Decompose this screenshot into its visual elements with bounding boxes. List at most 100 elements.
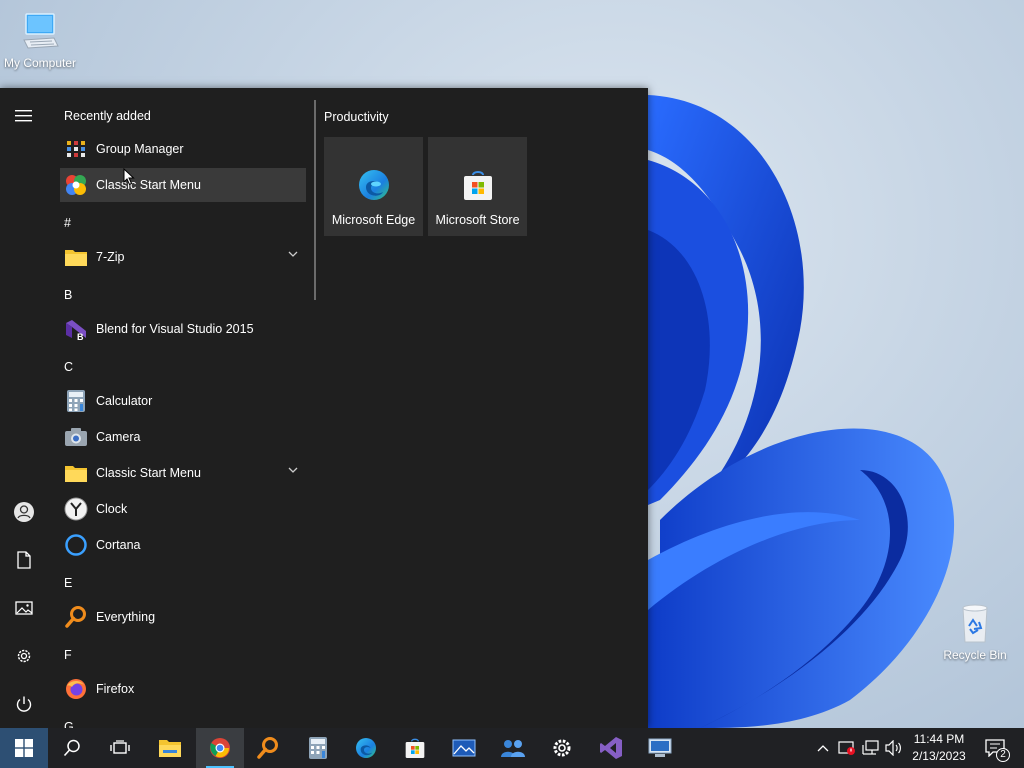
- app-clock[interactable]: Clock: [60, 492, 306, 526]
- power-icon: [16, 696, 32, 712]
- taskbar-store[interactable]: [391, 728, 439, 768]
- my-computer-desktop-icon[interactable]: My Computer: [0, 10, 80, 70]
- app-classic-start-menu-folder[interactable]: Classic Start Menu: [60, 456, 306, 490]
- settings-button[interactable]: [0, 636, 48, 676]
- documents-button[interactable]: [0, 540, 48, 580]
- calculator-icon: [64, 389, 88, 413]
- taskbar-clock[interactable]: 11:44 PM 2/13/2023: [904, 731, 974, 765]
- task-view-icon: [110, 740, 130, 754]
- app-7zip-folder[interactable]: 7-Zip: [60, 240, 306, 274]
- app-label: Clock: [96, 502, 128, 516]
- app-group-manager[interactable]: Group Manager: [60, 132, 306, 166]
- app-label: 7-Zip: [96, 250, 125, 264]
- scrollbar[interactable]: [314, 100, 316, 300]
- store-icon: [405, 738, 425, 758]
- visual-studio-icon: [600, 737, 622, 759]
- taskbar: 11:44 PM 2/13/2023 2: [0, 728, 1024, 768]
- group-manager-icon: [64, 137, 88, 161]
- everything-icon: [257, 737, 278, 759]
- settings-icon: [17, 649, 31, 663]
- app-classic-start-menu[interactable]: Classic Start Menu: [60, 168, 306, 202]
- network-icon: [862, 740, 879, 755]
- letter-header-b[interactable]: B: [64, 288, 72, 302]
- taskbar-remote-desktop[interactable]: [636, 728, 684, 768]
- taskbar-visual-studio[interactable]: [587, 728, 635, 768]
- app-list: Recently added Group Manager Classic Sta…: [56, 88, 312, 728]
- search-icon: [63, 739, 80, 757]
- photos-icon: [452, 739, 476, 757]
- app-everything[interactable]: Everything: [60, 600, 306, 634]
- menu-button[interactable]: [0, 96, 48, 136]
- folder-icon: [64, 245, 88, 269]
- taskbar-photos[interactable]: [440, 728, 488, 768]
- taskbar-settings[interactable]: [538, 728, 586, 768]
- taskbar-chrome[interactable]: [196, 728, 244, 768]
- recycle-bin-desktop-icon[interactable]: Recycle Bin: [935, 602, 1015, 662]
- notification-center-button[interactable]: 2: [978, 728, 1012, 768]
- letter-header-g[interactable]: G: [64, 720, 74, 728]
- app-camera[interactable]: Camera: [60, 420, 306, 454]
- taskbar-people[interactable]: [489, 728, 537, 768]
- app-calculator[interactable]: Calculator: [60, 384, 306, 418]
- app-label: Classic Start Menu: [96, 178, 201, 192]
- menu-icon: [15, 110, 32, 122]
- letter-header-c[interactable]: C: [64, 360, 73, 374]
- settings-icon: [553, 739, 571, 757]
- volume-tray-button[interactable]: [884, 728, 904, 768]
- chevron-down-icon[interactable]: [288, 467, 298, 473]
- taskbar-calculator[interactable]: [294, 728, 342, 768]
- edge-icon: [356, 738, 376, 758]
- recently-added-header: Recently added: [64, 109, 151, 123]
- app-cortana[interactable]: Cortana: [60, 528, 306, 562]
- clock-time: 11:44 PM: [913, 732, 965, 746]
- pictures-button[interactable]: [0, 588, 48, 628]
- network-tray-button[interactable]: [860, 728, 882, 768]
- tile-microsoft-edge[interactable]: Microsoft Edge: [324, 137, 423, 236]
- my-computer-label: My Computer: [3, 56, 77, 70]
- show-hidden-icons-button[interactable]: [814, 728, 832, 768]
- chrome-icon: [210, 738, 230, 758]
- user-button[interactable]: [0, 492, 48, 532]
- security-tray-button[interactable]: [836, 728, 858, 768]
- taskbar-edge[interactable]: [342, 728, 390, 768]
- user-icon: [14, 502, 34, 522]
- start-rail: [0, 88, 48, 728]
- people-icon: [501, 740, 525, 757]
- documents-icon: [17, 551, 31, 569]
- letter-header-hash[interactable]: #: [64, 216, 71, 230]
- camera-icon: [64, 425, 88, 449]
- edge-icon: [358, 170, 389, 200]
- start-menu: Recently added Group Manager Classic Sta…: [0, 88, 648, 728]
- everything-icon: [64, 605, 88, 629]
- app-firefox[interactable]: Firefox: [60, 672, 306, 706]
- tile-label: Microsoft Edge: [331, 213, 416, 227]
- taskbar-file-explorer[interactable]: [146, 728, 194, 768]
- app-blend[interactable]: B Blend for Visual Studio 2015: [60, 312, 306, 346]
- app-label: Group Manager: [96, 142, 184, 156]
- tiles-area: Productivity Microsoft Edge Microsoft St…: [324, 88, 644, 728]
- task-view-button[interactable]: [96, 728, 144, 768]
- letter-header-f[interactable]: F: [64, 648, 72, 662]
- app-label: Classic Start Menu: [96, 466, 201, 480]
- volume-icon: [885, 740, 901, 756]
- tile-group-header[interactable]: Productivity: [324, 110, 389, 124]
- power-button[interactable]: [0, 684, 48, 724]
- classic-start-menu-icon: [64, 173, 88, 197]
- tile-label: Microsoft Store: [435, 213, 520, 227]
- recycle-bin-icon: [953, 602, 997, 646]
- start-icon: [15, 739, 33, 757]
- search-button[interactable]: [48, 728, 96, 768]
- clock-date: 2/13/2023: [912, 749, 966, 763]
- file-explorer-icon: [159, 740, 181, 757]
- firefox-icon: [64, 677, 88, 701]
- store-icon: [463, 171, 492, 200]
- blend-icon: B: [64, 317, 88, 341]
- calculator-icon: [309, 737, 327, 759]
- start-button[interactable]: [0, 728, 48, 768]
- letter-header-e[interactable]: E: [64, 576, 72, 590]
- chevron-down-icon[interactable]: [288, 251, 298, 257]
- recycle-bin-label: Recycle Bin: [943, 648, 1007, 662]
- tile-microsoft-store[interactable]: Microsoft Store: [428, 137, 527, 236]
- taskbar-everything[interactable]: [244, 728, 292, 768]
- mouse-cursor-icon: [123, 168, 135, 186]
